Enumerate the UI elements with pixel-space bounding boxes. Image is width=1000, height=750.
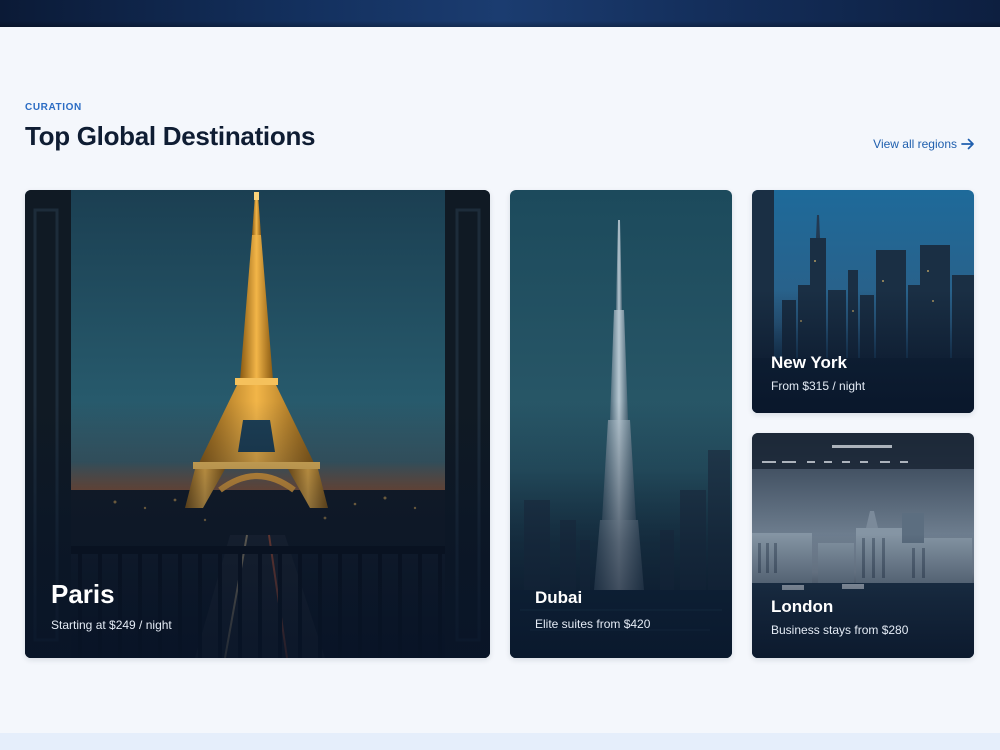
destination-price: Elite suites from $420 — [535, 617, 651, 631]
destination-card-paris[interactable]: Paris Starting at $249 / night — [25, 190, 490, 658]
destination-card-london[interactable]: London Business stays from $280 — [752, 433, 974, 658]
destination-card-dubai[interactable]: Dubai Elite suites from $420 — [510, 190, 732, 658]
section-eyebrow: CURATION — [25, 102, 82, 113]
view-all-label: View all regions — [873, 137, 957, 151]
view-all-regions-link[interactable]: View all regions — [873, 137, 975, 151]
card-label: Dubai Elite suites from $420 — [535, 588, 650, 631]
card-label: London Business stays from $280 — [771, 597, 908, 637]
footer-section-edge — [0, 733, 1000, 750]
destination-name: Dubai — [535, 588, 583, 607]
destination-price: From $315 / night — [771, 379, 866, 393]
destination-name: New York — [771, 353, 847, 372]
destination-name: London — [771, 597, 834, 616]
card-label: Paris Starting at $249 / night — [51, 579, 172, 632]
destination-price: Business stays from $280 — [771, 623, 909, 637]
destination-price: Starting at $249 / night — [51, 618, 172, 632]
card-label: New York From $315 / night — [771, 353, 865, 393]
section-title: Top Global Destinations — [25, 121, 316, 151]
destination-name: Paris — [51, 579, 115, 609]
arrow-right-icon — [961, 138, 975, 150]
hero-banner-edge — [0, 0, 1000, 27]
destination-card-new-york[interactable]: New York From $315 / night — [752, 190, 974, 413]
